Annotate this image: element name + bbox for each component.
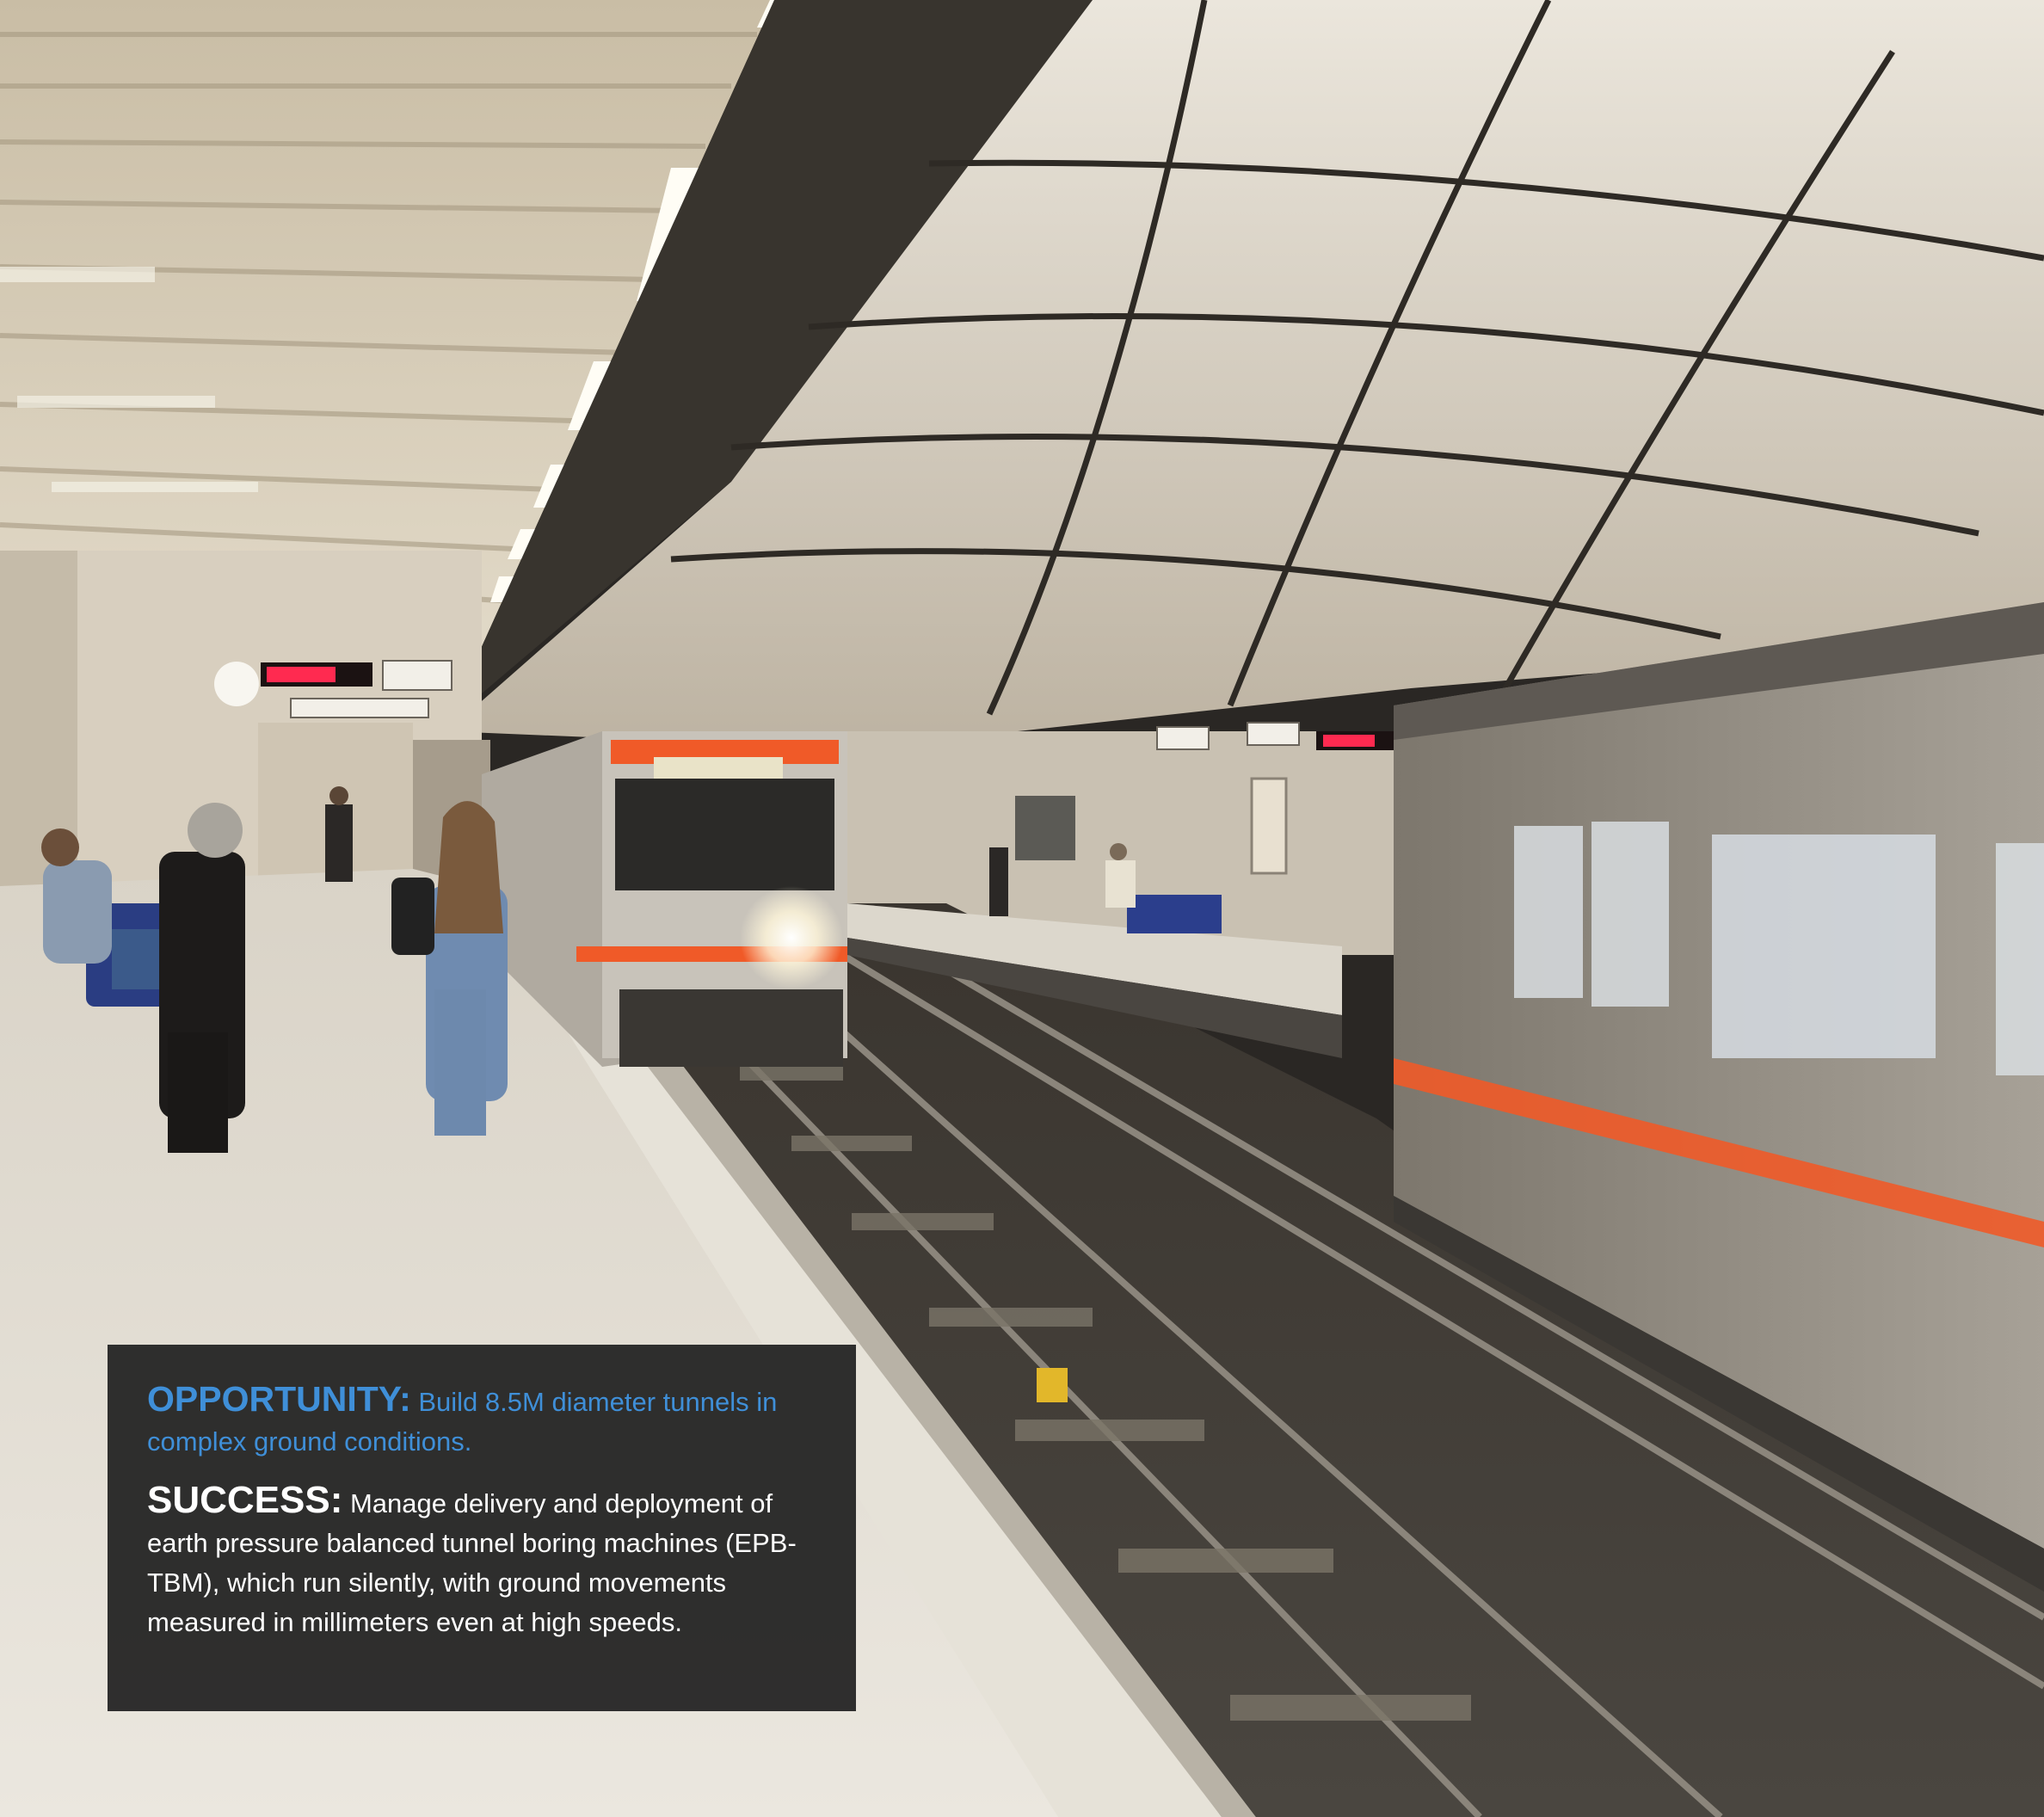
success-paragraph: SUCCESS: Manage delivery and deployment … [147,1481,816,1642]
caption-panel: OPPORTUNITY: Build 8.5M diameter tunnels… [108,1345,856,1711]
opportunity-paragraph: OPPORTUNITY: Build 8.5M diameter tunnels… [147,1379,816,1462]
platform-bench [1127,895,1222,933]
success-label: SUCCESS: [147,1479,343,1521]
metro-station-photo: OPPORTUNITY: Build 8.5M diameter tunnels… [0,0,2044,1817]
opportunity-label: OPPORTUNITY: [147,1379,411,1419]
